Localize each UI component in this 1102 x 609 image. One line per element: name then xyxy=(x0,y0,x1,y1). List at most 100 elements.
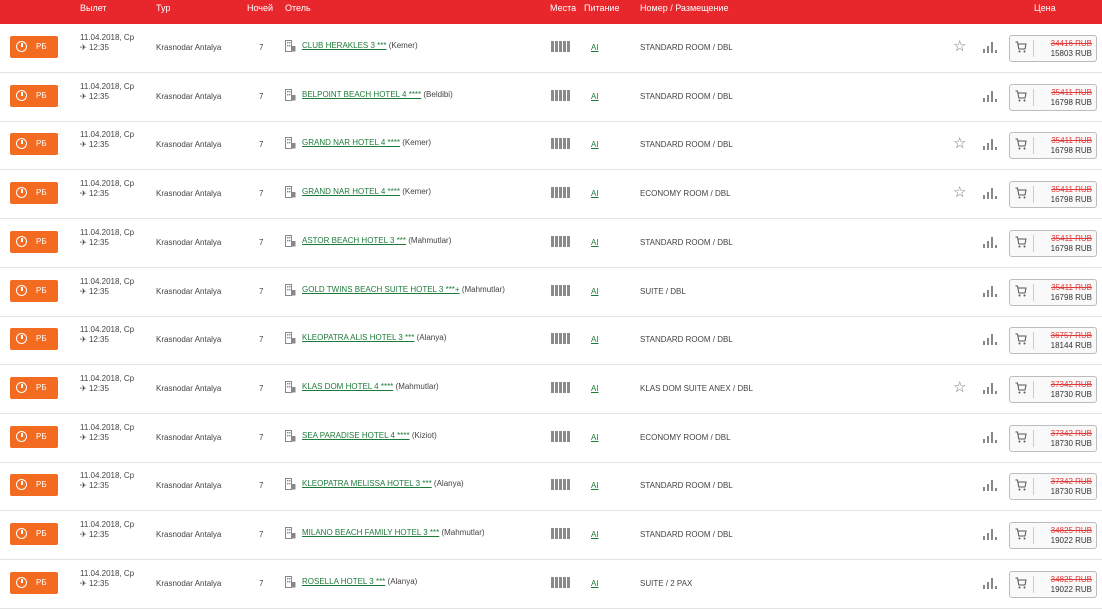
meal-link[interactable]: AI xyxy=(591,92,599,101)
meal-link[interactable]: AI xyxy=(591,189,599,198)
table-row: РБ 11.04.2018, Ср ✈ 12:35 Krasnodar Antalya… xyxy=(0,365,1102,414)
hotel-link[interactable]: KLAS DOM HOTEL 4 **** xyxy=(302,382,393,391)
hotel-info: KLAS DOM HOTEL 4 **** (Mahmutlar) xyxy=(302,382,439,391)
nights-count: 7 xyxy=(259,383,264,393)
price-chart-icon[interactable] xyxy=(983,90,997,102)
meal-link[interactable]: AI xyxy=(591,481,599,490)
price-button[interactable]: 35411 RUB 16798 RUB xyxy=(1009,132,1097,160)
price-button[interactable]: 36757 RUB 18144 RUB xyxy=(1009,327,1097,355)
hotel-link[interactable]: MILANO BEACH FAMILY HOTEL 3 *** xyxy=(302,528,439,537)
departure-time-value: 12:35 xyxy=(88,189,109,199)
hotel-info: KLEOPATRA ALIS HOTEL 3 *** (Alanya) xyxy=(302,333,446,342)
plane-icon: ✈ xyxy=(80,286,87,296)
price-divider xyxy=(1033,527,1034,544)
request-booking-button[interactable]: РБ xyxy=(10,328,58,351)
departure-date: 11.04.2018, Ср xyxy=(80,373,135,383)
request-booking-button[interactable]: РБ xyxy=(10,230,58,253)
hotel-link[interactable]: GRAND NAR HOTEL 4 **** xyxy=(302,138,400,147)
departure-date: 11.04.2018, Ср xyxy=(80,520,135,529)
price-button[interactable]: 34825 RUB 19022 RUB xyxy=(1009,570,1097,598)
meal-link[interactable]: AI xyxy=(591,433,599,442)
table-header: Вылет Тур Ночей Отель Места Питание Номе… xyxy=(0,0,1102,24)
tour-route: Krasnodar Antalya xyxy=(156,91,222,101)
hotel-link[interactable]: KLEOPATRA ALIS HOTEL 3 *** xyxy=(302,333,414,342)
meal-link[interactable]: AI xyxy=(591,140,599,149)
request-booking-button[interactable]: РБ xyxy=(10,425,58,448)
cart-icon xyxy=(1015,90,1027,102)
current-price: 15803 RUB xyxy=(1050,49,1092,58)
hotel-link[interactable]: CLUB HERAKLES 3 *** xyxy=(302,41,386,50)
departure-date: 11.04.2018, Ср xyxy=(80,33,135,42)
price-chart-icon[interactable] xyxy=(983,333,997,346)
clock-icon xyxy=(16,284,27,296)
cart-icon xyxy=(1015,479,1027,491)
price-button[interactable]: 35411 RUB 16798 RUB xyxy=(1009,83,1097,111)
price-button[interactable]: 37342 RUB 18730 RUB xyxy=(1009,375,1097,403)
favorite-star-icon[interactable]: ☆ xyxy=(953,134,966,152)
hotel-region: (Kemer) xyxy=(388,41,418,50)
hotel-icon xyxy=(285,527,296,539)
hotel-link[interactable]: GOLD TWINS BEACH SUITE HOTEL 3 ***+ xyxy=(302,285,460,294)
price-button[interactable]: 34416 RUB 15803 RUB xyxy=(1009,35,1097,62)
request-booking-button[interactable]: РБ xyxy=(10,133,58,156)
price-chart-icon[interactable] xyxy=(983,382,997,394)
departure-time: ✈ 12:35 xyxy=(80,433,109,443)
favorite-star-icon[interactable]: ☆ xyxy=(953,183,966,201)
meal-link[interactable]: AI xyxy=(591,579,599,588)
table-row: РБ 11.04.2018, Ср ✈ 12:35 Krasnodar Antalya… xyxy=(0,73,1102,122)
price-button[interactable]: 37342 RUB 18730 RUB xyxy=(1009,473,1097,501)
request-booking-button[interactable]: РБ xyxy=(10,571,58,594)
price-chart-icon[interactable] xyxy=(983,528,997,540)
request-booking-button[interactable]: РБ xyxy=(10,376,58,399)
price-chart-icon[interactable] xyxy=(983,285,997,297)
hotel-link[interactable]: ROSELLA HOTEL 3 *** xyxy=(302,577,385,586)
request-booking-button[interactable]: РБ xyxy=(10,36,58,58)
favorite-star-icon[interactable]: ☆ xyxy=(953,378,966,396)
price-chart-icon[interactable] xyxy=(983,479,997,492)
seats-indicator xyxy=(551,429,571,447)
departure-time-value: 12:35 xyxy=(88,91,109,101)
meal-link[interactable]: AI xyxy=(591,287,599,296)
hotel-link[interactable]: SEA PARADISE HOTEL 4 **** xyxy=(302,431,410,440)
request-booking-button[interactable]: РБ xyxy=(10,474,58,497)
price-chart-icon[interactable] xyxy=(983,41,997,53)
hotel-link[interactable]: KLEOPATRA MELISSA HOTEL 3 *** xyxy=(302,479,432,488)
request-booking-button[interactable]: РБ xyxy=(10,84,58,107)
table-row: РБ 11.04.2018, Ср ✈ 12:35 Krasnodar Antalya… xyxy=(0,24,1102,73)
price-button[interactable]: 37342 RUB 18730 RUB xyxy=(1009,424,1097,452)
hotel-link[interactable]: BELPOINT BEACH HOTEL 4 **** xyxy=(302,90,421,99)
table-row: РБ 11.04.2018, Ср ✈ 12:35 Krasnodar Antalya… xyxy=(0,511,1102,560)
price-chart-icon[interactable] xyxy=(983,138,997,151)
meal-link[interactable]: AI xyxy=(591,43,599,52)
price-chart-icon[interactable] xyxy=(983,187,997,200)
hotel-icon xyxy=(285,40,296,52)
cart-icon xyxy=(1015,382,1027,394)
request-booking-button[interactable]: РБ xyxy=(10,182,58,205)
current-price: 19022 RUB xyxy=(1050,584,1092,594)
request-booking-button[interactable]: РБ xyxy=(10,523,58,545)
favorite-star-icon[interactable]: ☆ xyxy=(953,37,966,55)
departure-date: 11.04.2018, Ср xyxy=(80,130,135,140)
old-price: 37342 RUB xyxy=(1050,379,1092,389)
meal-link[interactable]: AI xyxy=(591,384,599,393)
meal-link[interactable]: AI xyxy=(591,335,599,344)
hotel-link[interactable]: GRAND NAR HOTEL 4 **** xyxy=(302,187,400,196)
tour-route: Krasnodar Antalya xyxy=(156,43,222,52)
meal-link[interactable]: AI xyxy=(591,530,599,539)
table-row: РБ 11.04.2018, Ср ✈ 12:35 Krasnodar Antalya… xyxy=(0,316,1102,366)
price-button[interactable]: 34825 RUB 19022 RUB xyxy=(1009,522,1097,549)
nights-count: 7 xyxy=(259,43,264,52)
hotel-info: SEA PARADISE HOTEL 4 **** (Kiziot) xyxy=(302,431,437,440)
price-chart-icon[interactable] xyxy=(983,577,997,589)
price-chart-icon[interactable] xyxy=(983,431,997,443)
price-button[interactable]: 35411 RUB 16798 RUB xyxy=(1009,278,1097,306)
request-booking-button[interactable]: РБ xyxy=(10,279,58,302)
hotel-link[interactable]: ASTOR BEACH HOTEL 3 *** xyxy=(302,236,406,245)
nights-count: 7 xyxy=(259,91,264,101)
price-chart-icon[interactable] xyxy=(983,236,997,248)
meal-link[interactable]: AI xyxy=(591,238,599,247)
nights-count: 7 xyxy=(259,335,264,345)
room-type: STANDARD ROOM / DBL xyxy=(640,237,733,247)
price-button[interactable]: 35411 RUB 16798 RUB xyxy=(1009,181,1097,209)
price-button[interactable]: 35411 RUB 16798 RUB xyxy=(1009,229,1097,257)
